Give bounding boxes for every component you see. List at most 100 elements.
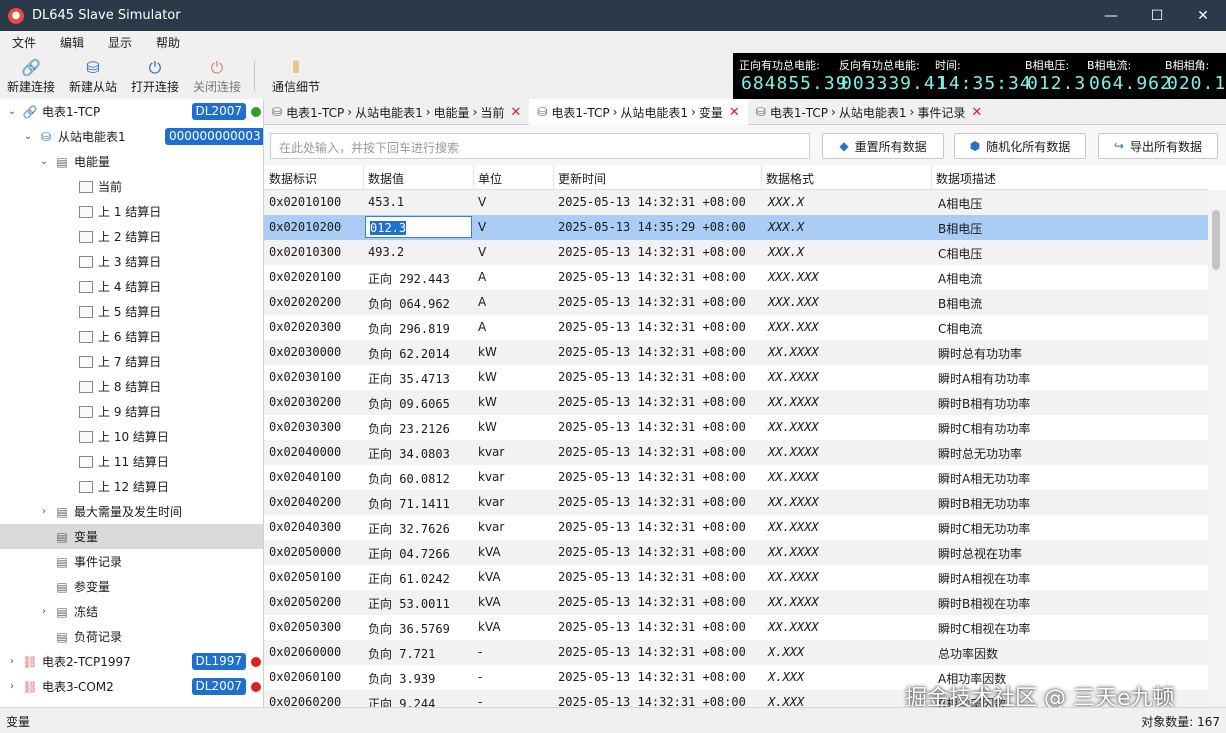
tab[interactable]: ⛁ 电表1-TCP › 从站电能表1 › 事件记录 ✕ — [748, 99, 990, 125]
table-row[interactable]: 0x02060000 负向 7.721 - 2025-05-13 14:32:31 +… — [264, 640, 1208, 665]
column-header[interactable]: 单位 — [478, 170, 502, 187]
table-row[interactable]: 0x02010100 453.1 V 2025-05-13 14:32:31 +08:… — [264, 190, 1208, 215]
tree-node-label: 上 8 结算日 — [98, 380, 162, 394]
tree-node[interactable]: 上 2 结算日 — [0, 224, 263, 249]
tree-node[interactable]: 上 7 结算日 — [0, 349, 263, 374]
maximize-button[interactable]: ☐ — [1134, 0, 1180, 31]
tree-node[interactable]: ⌄ ▤ 电能量 — [0, 149, 263, 174]
chevron-right-icon[interactable]: › — [6, 656, 18, 667]
tree-node[interactable]: 上 1 结算日 — [0, 199, 263, 224]
column-header[interactable]: 数据项描述 — [936, 170, 996, 187]
tree-node[interactable]: › ▤ 冻结 — [0, 599, 263, 624]
tree-node[interactable]: ▤ 变量 — [0, 524, 263, 549]
table-row[interactable]: 0x02030100 正向 35.4713 kW 2025-05-13 14:32:3… — [264, 365, 1208, 390]
lcd-b-current: B相电流: 064.962 — [1087, 59, 1172, 94]
toolbar-divider — [254, 61, 255, 91]
tree-node[interactable]: › ⛓ 电表3-COM2 DL2007 — [0, 674, 263, 699]
tree-node[interactable]: 当前 — [0, 174, 263, 199]
tree-node-label: 变量 — [74, 530, 99, 544]
table-row[interactable]: 0x02010200 012.3 V 2025-05-13 14:35:29 +08:… — [264, 215, 1208, 240]
menu-edit[interactable]: 编辑 — [48, 34, 96, 51]
close-button[interactable]: ✕ — [1180, 0, 1226, 31]
close-connection-button[interactable]: ⏻ 关闭连接 — [186, 53, 248, 99]
new-slave-button[interactable]: ⛁ 新建从站 — [62, 53, 124, 99]
status-dot-icon — [251, 106, 261, 117]
column-header[interactable]: 数据值 — [368, 170, 404, 187]
vertical-scrollbar[interactable] — [1208, 190, 1226, 707]
chevron-down-icon[interactable]: ⌄ — [22, 131, 34, 142]
tree-node[interactable]: ▤ 事件记录 — [0, 549, 263, 574]
table-cell: 0x02030100 — [269, 370, 342, 384]
tree-node[interactable]: 上 5 结算日 — [0, 299, 263, 324]
menu-help[interactable]: 帮助 — [144, 34, 192, 51]
table-row[interactable]: 0x02040000 正向 34.0803 kvar 2025-05-13 14:32… — [264, 440, 1208, 465]
tree-node[interactable]: 上 8 结算日 — [0, 374, 263, 399]
chevron-down-icon[interactable]: ⌄ — [6, 106, 18, 117]
table-row[interactable]: 0x02050000 正向 04.7266 kVA 2025-05-13 14:32:… — [264, 540, 1208, 565]
tree-node[interactable]: › ⛓ 电表2-TCP1997 DL1997 — [0, 649, 263, 674]
table-cell: 0x02060100 — [269, 670, 342, 684]
table-cell: XX.XXXX — [768, 470, 819, 484]
chevron-right-icon[interactable]: › — [38, 606, 50, 617]
tree-node[interactable]: ▤ 参变量 — [0, 574, 263, 599]
table-row[interactable]: 0x02050100 正向 61.0242 kVA 2025-05-13 14:32:… — [264, 565, 1208, 590]
tree-node[interactable]: ▤ 负荷记录 — [0, 624, 263, 649]
close-tab-icon[interactable]: ✕ — [971, 105, 982, 120]
chevron-right-icon[interactable]: › — [38, 506, 50, 517]
comm-details-button[interactable]: ⦀ 通信细节 — [261, 53, 331, 99]
tab[interactable]: ⛁ 电表1-TCP › 从站电能表1 › 变量 ✕ — [529, 99, 748, 125]
table-row[interactable]: 0x02020200 负向 064.962 A 2025-05-13 14:32:31… — [264, 290, 1208, 315]
chevron-down-icon[interactable]: ⌄ — [38, 156, 50, 167]
reset-all-button[interactable]: ◆ 重置所有数据 — [822, 133, 944, 159]
tree-node[interactable]: 上 12 结算日 — [0, 474, 263, 499]
table-row[interactable]: 0x02040300 正向 32.7626 kvar 2025-05-13 14:32… — [264, 515, 1208, 540]
minimize-button[interactable]: — — [1088, 0, 1134, 31]
open-connection-button[interactable]: ⏻ 打开连接 — [124, 53, 186, 99]
tree-node[interactable]: 上 11 结算日 — [0, 449, 263, 474]
tree-node[interactable]: 上 6 结算日 — [0, 324, 263, 349]
tree-node[interactable]: 上 3 结算日 — [0, 249, 263, 274]
tree-node[interactable]: › ▤ 最大需量及发生时间 — [0, 499, 263, 524]
table-row[interactable]: 0x02020100 正向 292.443 A 2025-05-13 14:32:31… — [264, 265, 1208, 290]
table-cell: 2025-05-13 14:32:31 +08:00 — [558, 545, 746, 559]
tree-node[interactable]: 上 10 结算日 — [0, 424, 263, 449]
app-logo-icon: ● — [8, 7, 24, 24]
table-row[interactable]: 0x02030200 负向 09.6065 kW 2025-05-13 14:32:3… — [264, 390, 1208, 415]
column-header[interactable]: 数据格式 — [766, 170, 814, 187]
close-tab-icon[interactable]: ✕ — [510, 105, 521, 120]
export-all-button[interactable]: ↪ 导出所有数据 — [1098, 133, 1218, 159]
database-icon: ⛁ — [537, 105, 548, 119]
menu-file[interactable]: 文件 — [0, 34, 48, 51]
tab[interactable]: ⛁ 电表1-TCP › 从站电能表1 › 电能量 › 当前 ✕ — [264, 99, 529, 125]
menu-view[interactable]: 显示 — [96, 34, 144, 51]
table-row[interactable]: 0x02030000 负向 62.2014 kW 2025-05-13 14:32:3… — [264, 340, 1208, 365]
table-row[interactable]: 0x02010300 493.2 V 2025-05-13 14:32:31 +08:… — [264, 240, 1208, 265]
tree-node[interactable]: ⌄ 🔗 电表1-TCP DL2007 — [0, 99, 263, 124]
tree-node[interactable]: 上 4 结算日 — [0, 274, 263, 299]
folder-db-icon: ▤ — [56, 504, 68, 519]
tree-node[interactable]: 上 9 结算日 — [0, 399, 263, 424]
new-connection-button[interactable]: 🔗 新建连接 — [0, 53, 62, 99]
column-header[interactable]: 更新时间 — [558, 170, 606, 187]
table-row[interactable]: 0x02040200 负向 71.1411 kvar 2025-05-13 14:32… — [264, 490, 1208, 515]
table-row[interactable]: 0x02040100 负向 60.0812 kvar 2025-05-13 14:32… — [264, 465, 1208, 490]
table-row[interactable]: 0x02050200 正向 53.0011 kVA 2025-05-13 14:32:… — [264, 590, 1208, 615]
table-cell: - — [478, 645, 483, 659]
column-header[interactable]: 数据标识 — [269, 170, 317, 187]
table-row[interactable]: 0x02020300 负向 296.819 A 2025-05-13 14:32:31… — [264, 315, 1208, 340]
doc-icon — [78, 429, 94, 445]
tree-node[interactable]: ⌄ ⛁ 从站电能表1 000000000003 — [0, 124, 263, 149]
table-row[interactable]: 0x02050300 负向 36.5769 kVA 2025-05-13 14:32:… — [264, 615, 1208, 640]
table-cell: 瞬时总视在功率 — [938, 547, 1023, 561]
randomize-all-button[interactable]: ⬢ 随机化所有数据 — [954, 133, 1086, 159]
database-icon: ⛁ — [755, 105, 766, 119]
tree-node-label: 从站电能表1 — [58, 130, 126, 144]
cell-editor-input[interactable]: 012.3 — [365, 216, 472, 238]
tab-breadcrumb: 电表1-TCP — [769, 105, 829, 120]
lcd-display-panel: 正向有功总电能: 684855.39 反向有功总电能: 003339.41 时间… — [733, 53, 1226, 99]
chevron-right-icon[interactable]: › — [6, 681, 18, 692]
scrollbar-thumb[interactable] — [1212, 210, 1220, 270]
search-input[interactable]: 在此处输入，并按下回车进行搜索 — [270, 133, 810, 159]
table-row[interactable]: 0x02030300 负向 23.2126 kW 2025-05-13 14:32:3… — [264, 415, 1208, 440]
close-tab-icon[interactable]: ✕ — [729, 105, 740, 120]
